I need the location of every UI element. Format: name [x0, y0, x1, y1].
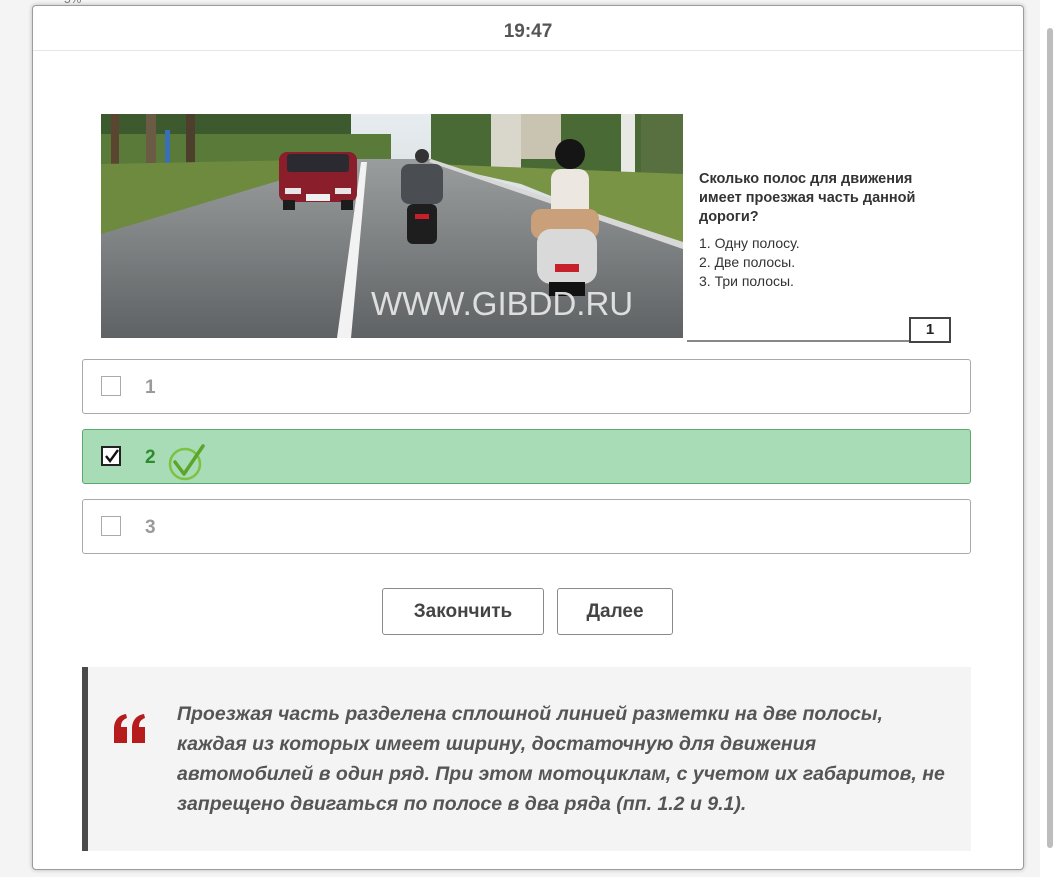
answer-checkbox[interactable]: [101, 516, 121, 536]
ticket-divider: [687, 340, 935, 342]
ticket-number: 1: [909, 317, 951, 343]
question-option: 1. Одну полосу.: [699, 235, 800, 251]
answer-checkbox-checked[interactable]: [101, 446, 121, 466]
answer-checkbox[interactable]: [101, 376, 121, 396]
answer-option-2[interactable]: 2: [82, 429, 971, 484]
timer-bar: 19:47: [33, 6, 1023, 51]
explanation-text: Проезжая часть разделена сплошной линией…: [177, 703, 945, 815]
timer: 19:47: [503, 21, 553, 42]
question-option: 3. Три полосы.: [699, 273, 794, 289]
answer-label: 2: [145, 447, 156, 468]
checkmark-icon: [105, 449, 119, 463]
finish-button[interactable]: Закончить: [382, 588, 544, 635]
answer-option-1[interactable]: 1: [82, 359, 971, 414]
question-ticket: WWW.GIBDD.RU Сколько полос для движения …: [101, 114, 951, 346]
question-option: 2. Две полосы.: [699, 254, 796, 270]
question-options: 1. Одну полосу. 2. Две полосы. 3. Три по…: [699, 234, 800, 291]
correct-check-circle-icon: [168, 444, 205, 481]
answer-label: 3: [145, 517, 156, 538]
road-photo: WWW.GIBDD.RU: [101, 114, 951, 346]
page-scrollbar[interactable]: [1047, 28, 1053, 848]
question-text: Сколько полос для движения имеет проезжа…: [699, 171, 916, 225]
explanation-box: Проезжая часть разделена сплошной линией…: [82, 667, 971, 851]
test-modal: 19:47 WWW.GIBDD.RU Сколько полос для дви…: [32, 5, 1024, 870]
answer-label: 1: [145, 377, 156, 398]
photo-watermark: WWW.GIBDD.RU: [371, 285, 633, 322]
answer-option-3[interactable]: 3: [82, 499, 971, 554]
quote-icon: [114, 714, 145, 743]
next-button[interactable]: Далее: [557, 588, 673, 635]
